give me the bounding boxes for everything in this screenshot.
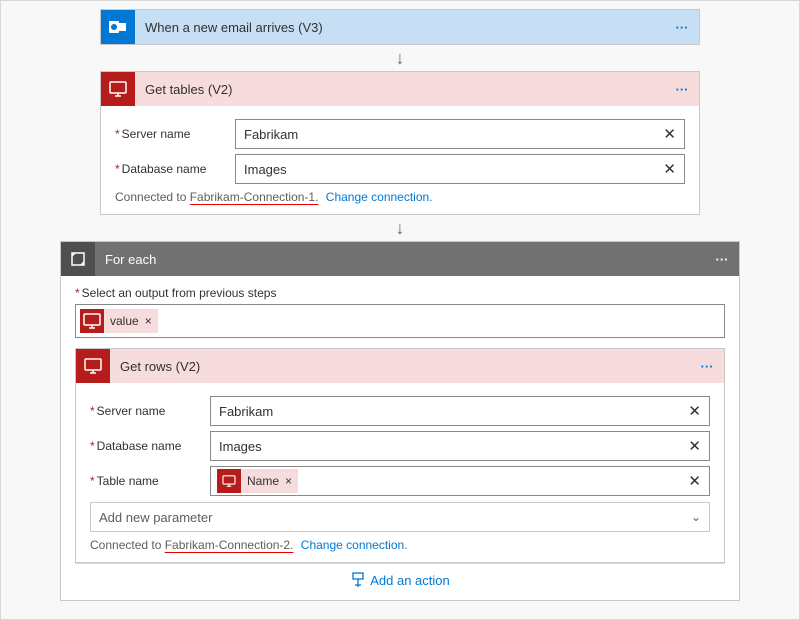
clear-icon[interactable]: ✕ [686,472,703,490]
get-tables-card: Get tables (V2) ··· *Server name ✕ *Data… [100,71,700,215]
connection-info: Connected to Fabrikam-Connection-1. Chan… [115,190,685,204]
chevron-down-icon: ⌄ [691,510,701,524]
name-token[interactable]: Name × [217,469,298,493]
remove-token-icon[interactable]: × [145,314,152,328]
trigger-menu[interactable]: ··· [665,20,699,35]
change-connection-link[interactable]: Change connection. [301,538,408,552]
value-token[interactable]: value × [80,309,158,333]
server-name-input[interactable]: ✕ [235,119,685,149]
get-rows-title: Get rows (V2) [110,359,690,374]
add-action-icon [350,572,366,588]
select-output-label: *Select an output from previous steps [75,286,725,300]
server-name-input[interactable]: ✕ [210,396,710,426]
add-action-button[interactable]: Add an action [75,563,725,592]
for-each-title: For each [95,252,705,267]
arrow-icon: ↓ [396,49,405,67]
table-name-input[interactable]: Name × ✕ [210,466,710,496]
database-name-input[interactable]: ✕ [235,154,685,184]
sql-icon [101,72,135,106]
for-each-header[interactable]: For each ··· [61,242,739,276]
get-rows-header[interactable]: Get rows (V2) ··· [76,349,724,383]
sql-icon [76,349,110,383]
connection-info: Connected to Fabrikam-Connection-2. Chan… [90,538,710,552]
clear-icon[interactable]: ✕ [661,125,678,143]
table-name-label: *Table name [90,474,210,488]
remove-token-icon[interactable]: × [285,474,292,488]
clear-icon[interactable]: ✕ [661,160,678,178]
clear-icon[interactable]: ✕ [686,402,703,420]
for-each-card: For each ··· *Select an output from prev… [60,241,740,601]
select-output-field[interactable]: value × [75,304,725,338]
clear-icon[interactable]: ✕ [686,437,703,455]
sql-icon [80,309,104,333]
get-tables-title: Get tables (V2) [135,82,665,97]
for-each-menu[interactable]: ··· [705,252,739,267]
outlook-icon [101,10,135,44]
add-parameter-dropdown[interactable]: Add new parameter ⌄ [90,502,710,532]
loop-icon [61,242,95,276]
trigger-title: When a new email arrives (V3) [135,20,665,35]
get-rows-card: Get rows (V2) ··· *Server name ✕ *Da [75,348,725,563]
database-name-label: *Database name [115,162,235,176]
connection-name: Fabrikam-Connection-2. [165,538,294,552]
get-rows-menu[interactable]: ··· [690,359,724,374]
server-name-label: *Server name [115,127,235,141]
database-name-label: *Database name [90,439,210,453]
change-connection-link[interactable]: Change connection. [326,190,433,204]
get-tables-menu[interactable]: ··· [665,82,699,97]
server-name-label: *Server name [90,404,210,418]
database-name-input[interactable]: ✕ [210,431,710,461]
arrow-icon: ↓ [396,219,405,237]
get-tables-header[interactable]: Get tables (V2) ··· [101,72,699,106]
connection-name: Fabrikam-Connection-1. [190,190,319,204]
sql-icon [217,469,241,493]
trigger-card[interactable]: When a new email arrives (V3) ··· [100,9,700,45]
